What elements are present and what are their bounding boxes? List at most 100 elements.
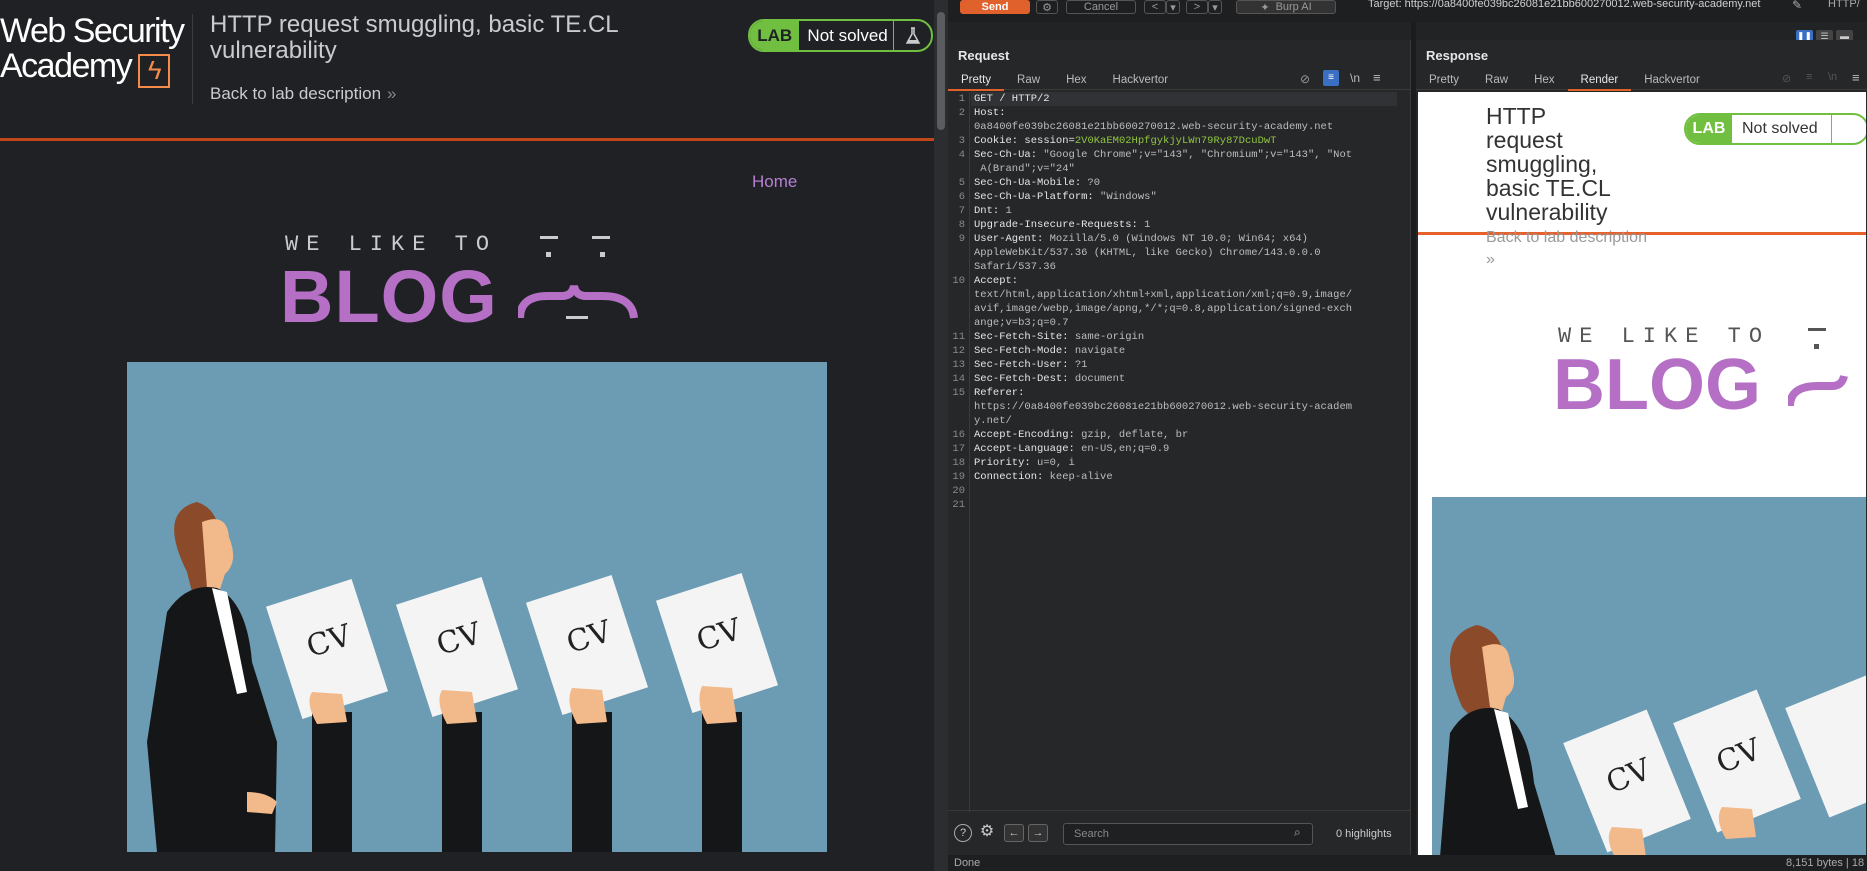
request-line: Sec-Fetch-Mode: navigate xyxy=(974,344,1394,358)
line-gutter: 1 2 3 4 5 6 7 8 9 10 11 12 13 14 15 16 17 18 19 20 21 xyxy=(948,92,970,812)
request-line: A(Brand";v="24" xyxy=(974,162,1394,176)
browser-scrollbar[interactable] xyxy=(934,0,948,871)
tab-pretty[interactable]: Pretty xyxy=(948,70,1005,91)
request-token: 2V0KaEM02HpfgykjyLWn79Ry87DcuDwT xyxy=(1074,135,1277,147)
settings-gear-icon[interactable]: ⚙ xyxy=(1036,0,1058,14)
send-button[interactable]: Send xyxy=(960,0,1030,14)
line-number: 20 xyxy=(952,485,965,497)
back-to-lab-description-link[interactable]: Back to lab description» xyxy=(210,84,397,104)
request-line: Sec-Fetch-Site: same-origin xyxy=(974,330,1394,344)
burp-ai-button[interactable]: ✦ Burp AI xyxy=(1236,0,1336,14)
response-tabs: Pretty Raw Hex Render Hackvertor xyxy=(1416,70,1867,91)
render-lab-label: LAB xyxy=(1686,115,1732,143)
request-token: document xyxy=(1074,373,1126,385)
request-token: Sec-Fetch-Site: xyxy=(974,331,1075,343)
line-number: 13 xyxy=(952,359,965,371)
request-token: ?1 xyxy=(1074,359,1088,371)
request-token: u=0, i xyxy=(1037,457,1075,469)
line-number: 1 xyxy=(958,93,965,105)
previous-arrow-icon[interactable]: ← xyxy=(1004,824,1024,842)
request-editor[interactable]: 1 2 3 4 5 6 7 8 9 10 11 12 13 14 15 16 17 18 19 20 21 GET / … xyxy=(948,92,1410,812)
home-link[interactable]: Home xyxy=(752,172,797,192)
request-token: same-origin xyxy=(1074,331,1145,343)
request-line: avif,image/webp,image/apng,*/*;q=0.8,app… xyxy=(974,302,1394,316)
menu-icon[interactable]: ≡ xyxy=(1373,70,1381,85)
sparkle-icon: ✦ xyxy=(1260,1,1270,14)
newline-toggle-icon: \n xyxy=(1828,71,1838,83)
repeater-toolbar: Send ⚙ Cancel < ▾ > ▾ ✦ Burp AI Target: h… xyxy=(948,0,1867,22)
tab-render[interactable]: Render xyxy=(1567,70,1632,91)
flask-icon[interactable] xyxy=(893,21,931,50)
cancel-button[interactable]: Cancel xyxy=(1066,0,1136,14)
tab-hex[interactable]: Hex xyxy=(1053,70,1099,90)
request-token: Priority: xyxy=(974,457,1038,469)
request-line: text/html,application/xhtml+xml,applicat… xyxy=(974,288,1394,302)
request-line: AppleWebKit/537.36 (KHTML, like Gecko) C… xyxy=(974,246,1394,260)
tab-raw[interactable]: Raw xyxy=(1472,70,1521,90)
request-token: "Windows" xyxy=(1100,191,1157,203)
help-icon[interactable]: ? xyxy=(954,824,972,842)
forward-arrow-icon[interactable]: > xyxy=(1186,0,1208,14)
request-line: Cookie: session=2V0KaEM02HpfgykjyLWn79Ry… xyxy=(974,134,1394,148)
line-number: 4 xyxy=(958,149,965,161)
request-line: y.net/ xyxy=(974,414,1394,428)
request-token: Dnt: xyxy=(974,205,1006,217)
render-back-link[interactable]: Back to lab description » xyxy=(1486,227,1656,271)
back-dropdown-icon[interactable]: ▾ xyxy=(1166,0,1180,14)
lightning-icon: ϟ xyxy=(138,54,170,88)
tab-hackvertor[interactable]: Hackvertor xyxy=(1100,70,1182,90)
settings-gear-icon[interactable]: ⚙ xyxy=(978,824,996,842)
request-footer: ? ⚙ ← → Search ⌕ 0 highlights xyxy=(948,810,1410,855)
line-number: 5 xyxy=(958,177,965,189)
forward-dropdown-icon[interactable]: ▾ xyxy=(1208,0,1222,14)
render-hero-image: CV CV xyxy=(1432,497,1866,857)
request-line: Priority: u=0, i xyxy=(974,456,1394,470)
request-line: Sec-Ch-Ua-Mobile: ?0 xyxy=(974,176,1394,190)
tab-pretty[interactable]: Pretty xyxy=(1416,70,1472,90)
line-number: 21 xyxy=(952,499,965,511)
back-arrow-icon[interactable]: < xyxy=(1144,0,1166,14)
tab-hackvertor[interactable]: Hackvertor xyxy=(1631,70,1713,90)
line-number: 11 xyxy=(952,331,965,343)
request-line: Dnt: 1 xyxy=(974,204,1394,218)
request-token: "Google Chrome";v="143", "Chromium";v="1… xyxy=(1043,149,1353,161)
request-token: Sec-Ch-Ua: xyxy=(974,149,1044,161)
scrollbar-thumb[interactable] xyxy=(937,12,945,130)
wrap-lines-icon[interactable]: ≡ xyxy=(1323,70,1339,86)
request-line: GET / HTTP/2 xyxy=(974,92,1394,106)
tab-hex[interactable]: Hex xyxy=(1521,70,1567,90)
request-token: Sec-Ch-Ua-Mobile: xyxy=(974,177,1088,189)
line-number: 19 xyxy=(952,471,965,483)
eye-hidden-icon: ⊘ xyxy=(1782,73,1792,85)
request-token: Connection: xyxy=(974,471,1050,483)
request-token: gzip, deflate, br xyxy=(1081,429,1189,441)
request-line: 0a8400fe039bc26081e21bb600270012.web-sec… xyxy=(974,120,1394,134)
menu-icon[interactable]: ≡ xyxy=(1852,70,1860,85)
eye-hidden-icon[interactable]: ⊘ xyxy=(1300,72,1310,86)
tab-raw[interactable]: Raw xyxy=(1004,70,1053,90)
request-line: Accept-Encoding: gzip, deflate, br xyxy=(974,428,1394,442)
next-arrow-icon[interactable]: → xyxy=(1028,824,1048,842)
search-input[interactable]: Search xyxy=(1063,823,1313,845)
request-token: Upgrade-Insecure-Requests: xyxy=(974,219,1145,231)
line-number: 17 xyxy=(952,443,965,455)
wrap-lines-icon: ≡ xyxy=(1806,71,1813,83)
request-token: Cookie: xyxy=(974,135,1025,147)
line-number: 12 xyxy=(952,345,965,357)
lab-status-text: Not solved xyxy=(807,25,888,45)
request-line: Accept: xyxy=(974,274,1394,288)
request-token: 0a8400fe039bc26081e21bb600270012.web-sec… xyxy=(974,121,1334,133)
request-line: Host: xyxy=(974,106,1394,120)
web-security-academy-logo[interactable]: Web Security Academy ϟ xyxy=(0,14,185,88)
request-token: Accept: xyxy=(974,275,1019,287)
render-lab-status-text: Not solved xyxy=(1732,115,1832,143)
request-token: https://0a8400fe039bc26081e21bb600270012… xyxy=(974,401,1353,413)
request-token: Host: xyxy=(974,107,1006,119)
request-token: Accept-Encoding: xyxy=(974,429,1082,441)
lab-status-badge: LAB Not solved xyxy=(748,19,933,52)
line-number: 9 xyxy=(958,233,965,245)
render-blog-text: BLOG xyxy=(1553,345,1761,425)
newline-toggle-icon[interactable]: \n xyxy=(1350,71,1360,85)
request-line: Sec-Fetch-Dest: document xyxy=(974,372,1394,386)
edit-pencil-icon[interactable]: ✎ xyxy=(1792,0,1802,12)
